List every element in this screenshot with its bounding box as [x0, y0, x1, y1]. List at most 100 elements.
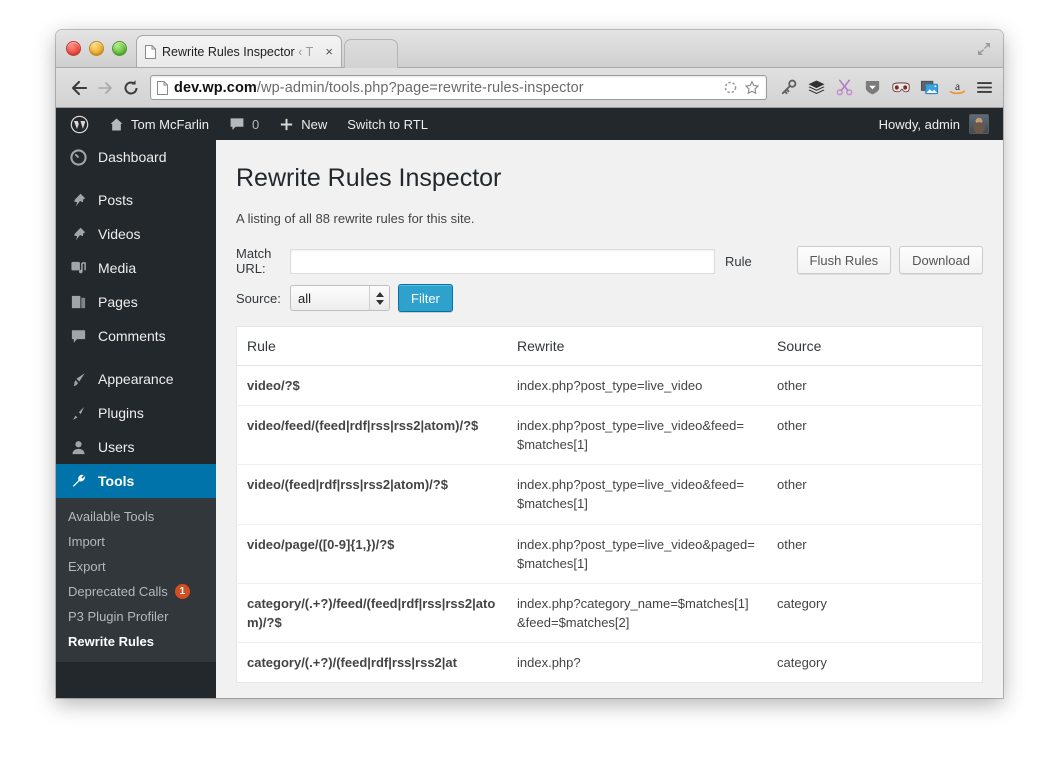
address-bar-url: dev.wp.com/wp-admin/tools.php?page=rewri… — [174, 80, 584, 96]
sidebar-item-media[interactable]: Media — [56, 251, 216, 285]
mask-icon[interactable] — [891, 78, 911, 97]
sidebar-item-pages[interactable]: Pages — [56, 285, 216, 319]
column-header-rule[interactable]: Rule — [236, 326, 507, 366]
table-row[interactable]: video/(feed|rdf|rss|rss2|atom)/?$ index.… — [236, 464, 983, 525]
sidebar-item-label: Posts — [98, 192, 134, 208]
site-name-label: Tom McFarlin — [131, 116, 210, 132]
cell-rule: category/(.+?)/(feed|rdf|rss|rss2|at — [236, 641, 507, 683]
submenu-item-available-tools[interactable]: Available Tools — [56, 504, 216, 529]
filter-button[interactable]: Filter — [398, 284, 453, 312]
switch-to-rtl-button[interactable]: Switch to RTL — [337, 108, 438, 140]
sidebar-item-label: Appearance — [98, 371, 174, 387]
pin-icon — [68, 224, 88, 244]
table-row[interactable]: category/(.+?)/feed/(feed|rdf|rss|rss2|a… — [236, 582, 983, 643]
screenshot-icon[interactable] — [920, 78, 939, 97]
minimize-window-button[interactable] — [89, 41, 104, 56]
url-host: dev.wp.com — [174, 79, 257, 96]
table-row[interactable]: video/page/([0-9]{1,})/?$ index.php?post… — [236, 523, 983, 584]
browser-tab[interactable]: Rewrite Rules Inspector ‹ T × — [136, 35, 342, 67]
rewrite-rules-table: Rule Rewrite Source video/?$ index.php?p… — [236, 326, 983, 684]
deprecated-calls-badge: 1 — [174, 584, 190, 599]
pin-icon — [68, 190, 88, 210]
close-window-button[interactable] — [66, 41, 81, 56]
forward-button[interactable] — [92, 75, 118, 101]
submenu-item-import[interactable]: Import — [56, 529, 216, 554]
sidebar-item-label: Comments — [98, 328, 166, 344]
column-header-source[interactable]: Source — [767, 326, 983, 366]
reload-icon — [124, 79, 138, 94]
table-row[interactable]: video/feed/(feed|rdf|rss|rss2|atom)/?$ i… — [236, 405, 983, 465]
zoom-window-button[interactable] — [112, 41, 127, 56]
rule-label: Rule — [725, 253, 752, 269]
cell-source: other — [777, 378, 807, 393]
sidebar-item-videos[interactable]: Videos — [56, 217, 216, 251]
table-header-row: Rule Rewrite Source — [236, 326, 983, 366]
cell-rule: video/(feed|rdf|rss|rss2|atom)/?$ — [236, 464, 507, 525]
sidebar-item-posts[interactable]: Posts — [56, 183, 216, 217]
match-url-input[interactable] — [290, 248, 715, 274]
cell-rewrite: index.php?post_type=live_video&feed=$mat… — [507, 464, 767, 525]
comments-menu[interactable]: 0 — [219, 108, 269, 140]
scissors-icon[interactable] — [835, 78, 854, 97]
back-button[interactable] — [66, 75, 92, 101]
sidebar-item-dashboard[interactable]: Dashboard — [56, 140, 216, 174]
table-row[interactable]: video/?$ index.php?post_type=live_video … — [237, 366, 983, 406]
plug-icon — [68, 403, 88, 423]
home-icon — [110, 118, 123, 130]
admin-wrap: Dashboard Posts Videos Media Pages Comme… — [56, 140, 1003, 698]
sidebar-item-plugins[interactable]: Plugins — [56, 396, 216, 430]
site-name-menu[interactable]: Tom McFarlin — [99, 108, 219, 140]
table-row[interactable]: category/(.+?)/(feed|rdf|rss|rss2|at ind… — [236, 641, 983, 683]
submenu-item-label: Import — [68, 534, 105, 549]
sidebar-item-users[interactable]: Users — [56, 430, 216, 464]
new-content-menu[interactable]: New — [269, 108, 337, 140]
amazon-icon[interactable]: a — [948, 78, 967, 97]
sidebar-item-label: Pages — [98, 294, 138, 310]
sidebar-item-tools[interactable]: Tools — [56, 464, 216, 498]
new-content-label: New — [301, 116, 328, 132]
shield-download-icon[interactable] — [863, 78, 882, 97]
brush-icon — [68, 369, 88, 389]
submenu-item-label: Available Tools — [68, 509, 155, 524]
extension-puzzle-icon[interactable] — [723, 80, 738, 95]
submenu-item-export[interactable]: Export — [56, 554, 216, 579]
close-tab-icon[interactable]: × — [325, 45, 333, 58]
cell-rewrite: index.php?category_name=$matches[1]&feed… — [507, 582, 767, 643]
wrench-icon — [68, 471, 88, 491]
window-controls — [66, 41, 127, 56]
cell-rule: category/(.+?)/feed/(feed|rdf|rss|rss2|a… — [236, 582, 507, 643]
bookmark-star-icon[interactable] — [744, 79, 760, 96]
reload-button[interactable] — [118, 75, 144, 101]
flush-rules-button[interactable]: Flush Rules — [796, 246, 892, 274]
forward-arrow-icon — [98, 81, 112, 94]
new-tab-button[interactable] — [344, 39, 398, 68]
sidebar-item-label: Users — [98, 439, 135, 455]
page-description: A listing of all 88 rewrite rules for th… — [236, 211, 475, 226]
browser-window: Rewrite Rules Inspector ‹ T × dev.wp.com… — [56, 30, 1003, 698]
submenu-item-rewrite-rules[interactable]: Rewrite Rules — [56, 629, 216, 654]
wp-logo-menu[interactable] — [56, 108, 99, 140]
match-url-label: Match URL: — [236, 246, 272, 276]
submenu-item-label: Rewrite Rules — [68, 634, 154, 649]
browser-menu-icon[interactable] — [976, 79, 993, 96]
cell-source: other — [767, 464, 983, 525]
sidebar-item-comments[interactable]: Comments — [56, 319, 216, 353]
download-button[interactable]: Download — [899, 246, 983, 274]
page-actions: Flush Rules Download — [796, 246, 983, 274]
column-header-rewrite[interactable]: Rewrite — [507, 326, 767, 366]
key-icon[interactable] — [779, 78, 798, 97]
admin-sidebar: Dashboard Posts Videos Media Pages Comme… — [56, 140, 216, 698]
user-icon — [68, 437, 88, 457]
sidebar-item-appearance[interactable]: Appearance — [56, 362, 216, 396]
cell-source: other — [767, 523, 983, 584]
layers-icon[interactable] — [807, 78, 826, 97]
my-account-menu[interactable]: Howdy, admin — [879, 114, 1003, 134]
fullscreen-icon[interactable] — [976, 41, 992, 57]
page-favicon-icon — [145, 44, 156, 59]
submenu-item-p3-plugin-profiler[interactable]: P3 Plugin Profiler — [56, 604, 216, 629]
source-select[interactable]: all — [290, 285, 390, 311]
address-bar[interactable]: dev.wp.com/wp-admin/tools.php?page=rewri… — [150, 75, 767, 100]
page-viewport: Tom McFarlin 0 New Switch to RTL Howdy, … — [56, 108, 1003, 698]
submenu-item-deprecated-calls[interactable]: Deprecated Calls 1 — [56, 579, 216, 604]
pages-icon — [68, 292, 88, 312]
